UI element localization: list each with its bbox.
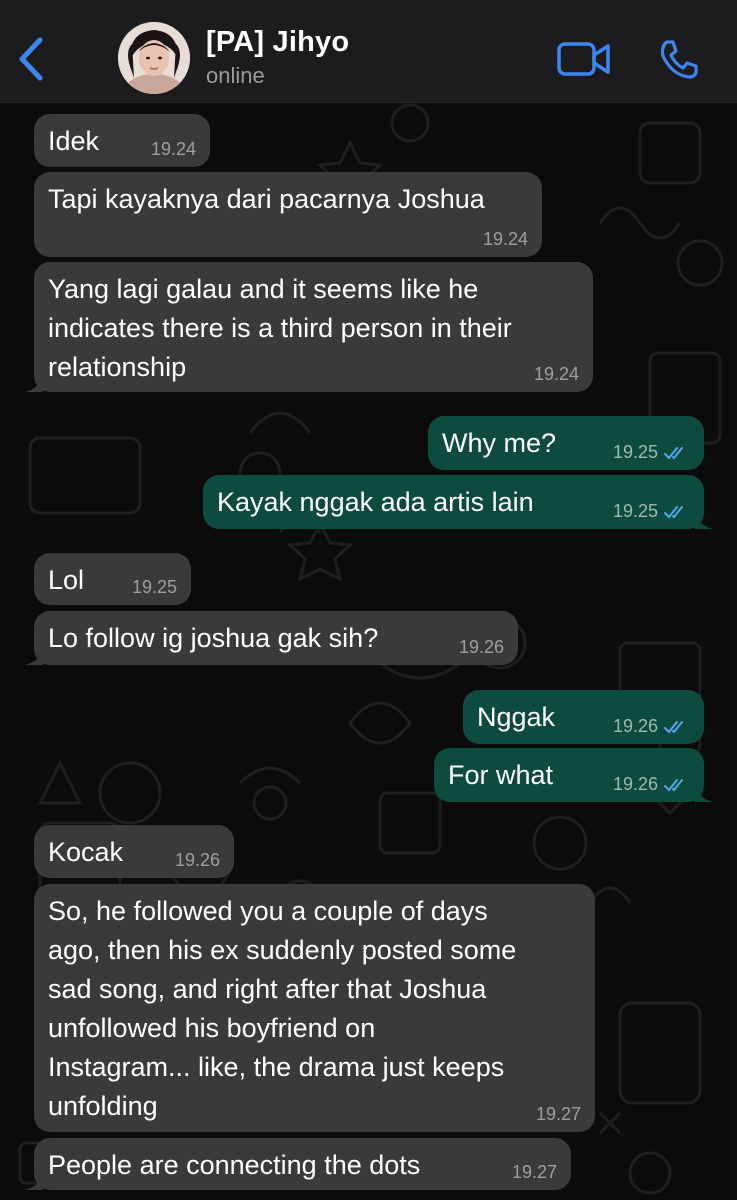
message-text: Nggak <box>477 698 555 737</box>
outgoing-message-bubble[interactable]: Kayak nggak ada artis lain 19.25 <box>203 475 713 529</box>
message-line: Lol <box>48 565 85 595</box>
message-text: Kayak nggak ada artis lain <box>217 483 534 522</box>
message-line: Tapi kayaknya dari pacarnya Joshua <box>48 184 485 214</box>
timestamp-text: 19.27 <box>511 1162 557 1182</box>
message-line: Kayak nggak ada artis lain <box>217 487 534 517</box>
incoming-message-bubble[interactable]: Tapi kayaknya dari pacarnya Joshua 19.24 <box>34 172 542 257</box>
timestamp-text: 19.24 <box>150 139 196 159</box>
voice-call-button[interactable] <box>658 38 700 80</box>
message-line: relationship <box>48 352 187 382</box>
message-timestamp: 19.26 <box>613 715 688 737</box>
timestamp-text: 19.26 <box>612 716 658 736</box>
timestamp-text: 19.25 <box>612 501 658 521</box>
message-line: ago, then his ex suddenly posted some <box>48 935 517 965</box>
incoming-message-bubble[interactable]: So, he followed you a couple of days ago,… <box>34 884 595 1132</box>
message-text: Kocak <box>48 833 123 872</box>
timestamp-text: 19.25 <box>612 442 658 462</box>
outgoing-message-bubble[interactable]: For what 19.26 <box>434 748 713 802</box>
incoming-message-bubble[interactable]: Kocak 19.26 <box>34 825 234 878</box>
video-camera-icon <box>557 42 610 76</box>
back-button[interactable] <box>14 36 48 82</box>
bubble-tail <box>25 374 43 392</box>
message-line: sad song, and right after that Joshua <box>48 974 487 1004</box>
incoming-message-bubble[interactable]: Lo follow ig joshua gak sih? 19.26 <box>25 611 518 665</box>
message-text: Idek <box>48 122 99 161</box>
message-timestamp: 19.25 <box>132 576 177 598</box>
profile-photo <box>118 22 190 94</box>
outgoing-message-bubble[interactable]: Why me? 19.25 <box>428 416 704 470</box>
read-receipt-icon <box>664 447 683 460</box>
incoming-message-bubble[interactable]: People are connecting the dots 19.27 <box>25 1138 571 1190</box>
message-line: unfollowed his boyfriend on <box>48 1013 376 1043</box>
timestamp-text: 19.24 <box>482 229 528 249</box>
incoming-message-bubble[interactable]: Yang lagi galau and it seems like he indi… <box>25 262 593 392</box>
message-line: unfolding <box>48 1091 158 1121</box>
message-timestamp: 19.24 <box>534 363 579 385</box>
bubble-tail <box>695 784 713 802</box>
message-line: People are connecting the dots <box>48 1150 421 1180</box>
video-call-button[interactable] <box>556 39 612 79</box>
read-receipt-icon <box>664 779 683 792</box>
message-timestamp: 19.25 <box>613 441 688 463</box>
message-timestamp: 19.25 <box>613 500 688 522</box>
message-line: Kocak <box>48 837 124 867</box>
timestamp-text: 19.24 <box>533 364 579 384</box>
phone-icon <box>660 40 698 79</box>
bubble-tail <box>25 1172 43 1190</box>
incoming-message-bubble[interactable]: Lol 19.25 <box>34 553 191 605</box>
message-text: Tapi kayaknya dari pacarnya Joshua <box>48 180 485 219</box>
message-line: Instagram... like, the drama just keeps <box>48 1052 505 1082</box>
timestamp-text: 19.26 <box>458 637 504 657</box>
message-line: Lo follow ig joshua gak sih? <box>48 623 379 653</box>
message-line: Why me? <box>442 428 557 458</box>
message-line: Idek <box>48 126 100 156</box>
message-line: For what <box>448 760 554 790</box>
message-line: Nggak <box>477 702 556 732</box>
chat-header: [PA] Jihyo online <box>0 0 737 103</box>
message-text: People are connecting the dots <box>48 1146 420 1185</box>
message-timestamp: 19.24 <box>483 228 528 250</box>
timestamp-text: 19.27 <box>535 1104 581 1124</box>
message-timestamp: 19.27 <box>536 1103 581 1125</box>
contact-status: online <box>206 63 265 88</box>
timestamp-text: 19.26 <box>612 774 658 794</box>
read-receipt-icon <box>664 721 683 734</box>
message-text: So, he followed you a couple of days ago,… <box>48 892 516 1126</box>
message-line: So, he followed you a couple of days <box>48 896 488 926</box>
outgoing-message-bubble[interactable]: Nggak 19.26 <box>463 690 704 744</box>
message-text: Lol <box>48 561 84 600</box>
incoming-message-bubble[interactable]: Idek 19.24 <box>34 114 210 167</box>
timestamp-text: 19.25 <box>131 577 177 597</box>
message-text: Why me? <box>442 424 556 463</box>
message-timestamp: 19.26 <box>613 773 688 795</box>
message-text: Lo follow ig joshua gak sih? <box>48 619 378 658</box>
bubble-tail <box>695 511 713 529</box>
message-line: indicates there is a third person in the… <box>48 313 512 343</box>
timestamp-text: 19.26 <box>174 850 220 870</box>
message-text: Yang lagi galau and it seems like he indi… <box>48 270 512 387</box>
message-timestamp: 19.24 <box>151 138 196 160</box>
bubble-tail <box>25 647 43 665</box>
message-timestamp: 19.26 <box>459 636 504 658</box>
message-text: For what <box>448 756 553 795</box>
message-line: Yang lagi galau and it seems like he <box>48 274 479 304</box>
chevron-left-icon <box>19 37 43 81</box>
message-timestamp: 19.26 <box>175 849 220 871</box>
message-list[interactable]: Idek 19.24 Tapi kayaknya dari pacarnya Jos… <box>0 103 737 1200</box>
contact-name[interactable]: [PA] Jihyo <box>206 26 349 59</box>
message-timestamp: 19.27 <box>512 1161 557 1183</box>
read-receipt-icon <box>664 506 683 519</box>
contact-avatar[interactable] <box>118 22 190 94</box>
